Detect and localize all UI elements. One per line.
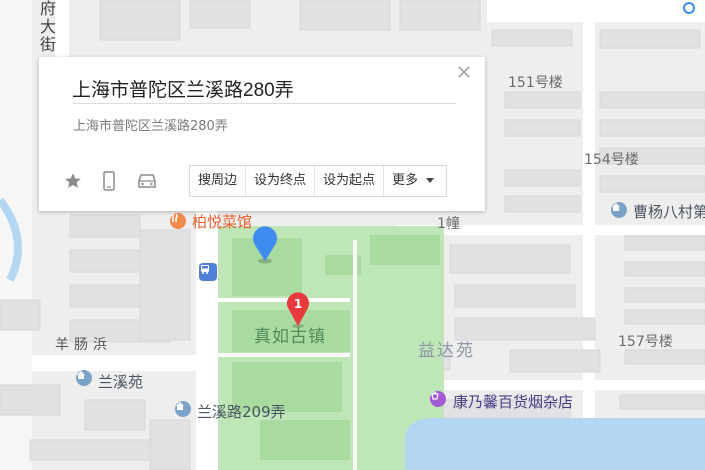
blue-location-pin-icon[interactable] xyxy=(249,225,281,265)
car-route-icon[interactable] xyxy=(134,170,160,192)
bus-stop-icon[interactable] xyxy=(199,263,217,281)
street-label-yangchangbang: 羊肠浜 xyxy=(55,337,112,353)
more-dropdown-button[interactable]: 更多 xyxy=(384,166,446,196)
restaurant-poi-icon[interactable] xyxy=(170,213,186,229)
poi-label-lanxiyuan[interactable]: 兰溪苑 xyxy=(98,371,143,392)
more-label: 更多 xyxy=(392,173,419,188)
building-label-154: 154号楼 xyxy=(584,152,639,168)
close-icon[interactable] xyxy=(457,65,471,79)
residential-poi-icon[interactable] xyxy=(76,370,92,386)
partial-poi-icon xyxy=(683,2,695,14)
residential-poi-icon[interactable] xyxy=(611,202,627,218)
set-origin-button[interactable]: 设为起点 xyxy=(315,166,385,196)
building-label-157: 157号楼 xyxy=(618,334,673,350)
place-title: 上海市普陀区兰溪路280弄 xyxy=(72,80,294,101)
residential-poi-icon[interactable] xyxy=(175,401,191,417)
chevron-down-icon xyxy=(426,178,435,183)
poi-label-baiyue[interactable]: 柏悦菜馆 xyxy=(192,211,252,232)
poi-label-lanxilu209[interactable]: 兰溪路209弄 xyxy=(197,401,286,422)
poi-label-caoyang[interactable]: 曹杨八村第 xyxy=(633,201,705,222)
place-info-card: 上海市普陀区兰溪路280弄 上海市普陀区兰溪路280弄 搜周边 设为终点 设为起… xyxy=(39,57,485,211)
action-bar: 搜周边 设为终点 设为起点 更多 xyxy=(189,165,448,197)
building-label-151: 151号楼 xyxy=(508,75,563,91)
place-address: 上海市普陀区兰溪路280弄 xyxy=(73,119,228,134)
marker-number: 1 xyxy=(293,297,303,311)
send-to-phone-icon[interactable] xyxy=(97,170,121,192)
title-divider xyxy=(72,103,456,104)
poi-label-kangnaixin[interactable]: 康乃馨百货烟杂店 xyxy=(453,391,573,412)
area-label-yidayuan: 益达苑 xyxy=(418,341,475,361)
search-nearby-button[interactable]: 搜周边 xyxy=(190,166,247,196)
street-label-vertical: 府大街 xyxy=(37,0,56,54)
building-label-1: 1幢 xyxy=(437,216,460,232)
shop-poi-icon[interactable] xyxy=(430,391,446,407)
favorite-star-icon[interactable] xyxy=(61,170,85,192)
set-destination-button[interactable]: 设为终点 xyxy=(246,166,316,196)
